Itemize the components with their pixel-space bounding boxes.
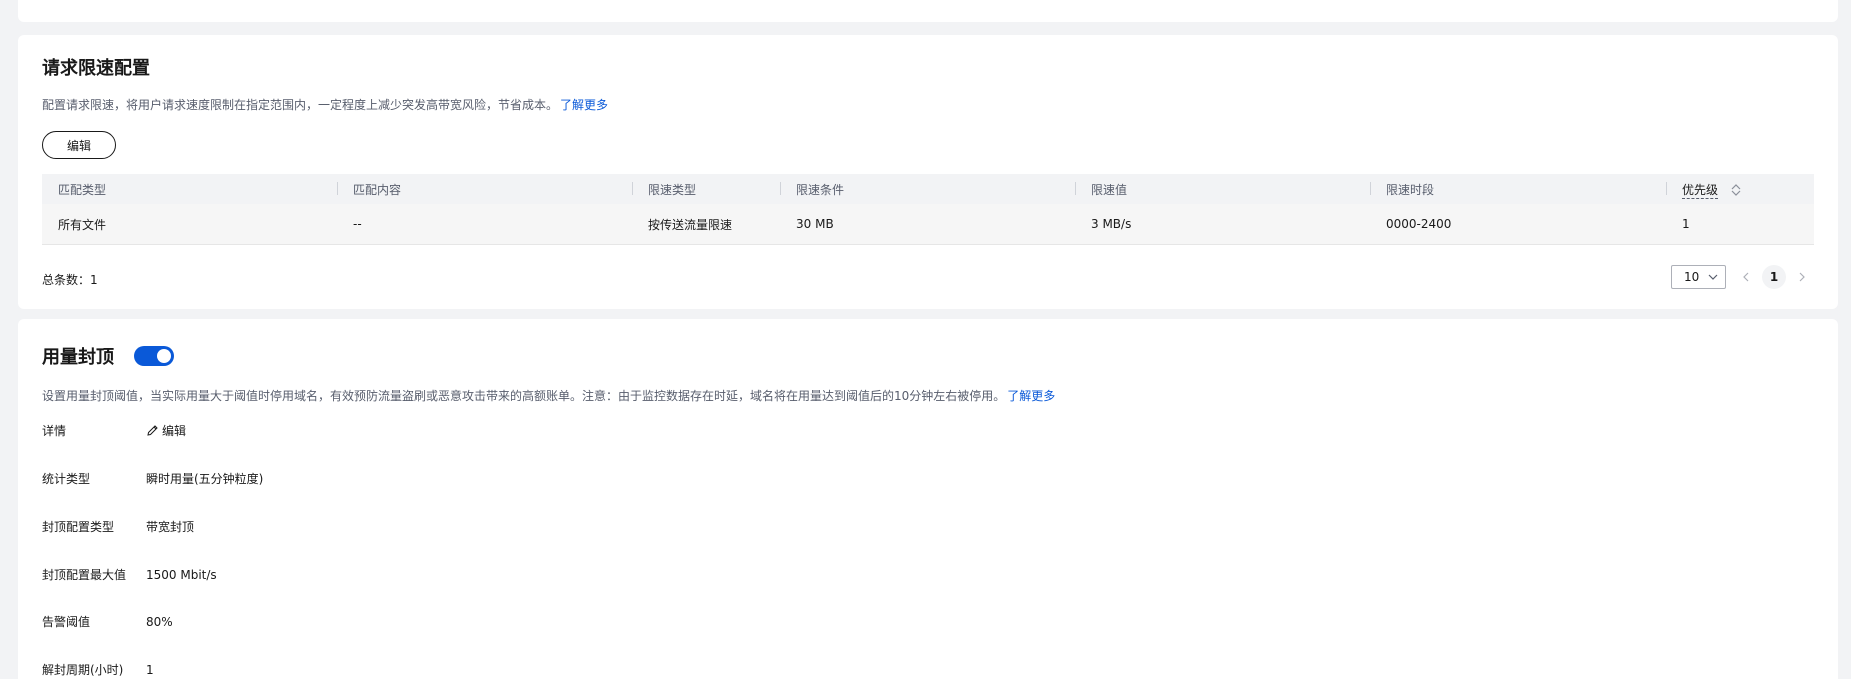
column-header-limit-period: 限速时段	[1370, 181, 1666, 198]
detail-value: 80%	[146, 614, 173, 629]
detail-row-cap-type: 封顶配置类型 带宽封顶	[42, 518, 194, 535]
rate-limit-learn-more-link[interactable]: 了解更多	[560, 98, 608, 112]
detail-label: 解封周期(小时)	[42, 663, 124, 677]
page-size-value: 10	[1684, 270, 1700, 284]
detail-value: 1500 Mbit/s	[146, 567, 217, 582]
chevron-down-icon	[1708, 274, 1718, 280]
page-size-select[interactable]: 10	[1671, 265, 1726, 289]
detail-row-alarm-threshold: 告警阈值 80%	[42, 613, 173, 630]
cell-match-type: 所有文件	[58, 217, 107, 232]
usage-cap-edit-link[interactable]: 编辑	[146, 422, 186, 439]
column-header-limit-type: 限速类型	[632, 181, 780, 198]
rate-limit-section: 请求限速配置 配置请求限速，将用户请求速度限制在指定范围内，一定程度上减少突发高…	[18, 35, 1838, 309]
sort-icon[interactable]	[1730, 183, 1742, 197]
previous-section-card	[18, 0, 1838, 22]
cell-priority: 1	[1682, 217, 1690, 231]
detail-label: 统计类型	[42, 472, 91, 486]
edit-pencil-icon	[147, 425, 158, 436]
next-page-button[interactable]	[1790, 265, 1814, 289]
column-header-match-content: 匹配内容	[337, 181, 632, 198]
usage-cap-description: 设置用量封顶阈值，当实际用量大于阈值时停用域名，有效预防流量盗刷或恶意攻击带来的…	[42, 387, 1055, 404]
usage-cap-toggle[interactable]	[134, 346, 174, 366]
column-header-limit-condition: 限速条件	[780, 181, 1075, 198]
detail-value: 带宽封顶	[146, 520, 195, 534]
table-row: 所有文件 -- 按传送流量限速 30 MB 3 MB/s 0000-2400 1	[42, 204, 1814, 245]
cell-match-content: --	[353, 217, 362, 231]
rate-limit-edit-button[interactable]: 编辑	[42, 131, 116, 159]
detail-row-stat-type: 统计类型 瞬时用量(五分钟粒度)	[42, 470, 263, 487]
detail-label: 详情	[42, 424, 67, 438]
chevron-left-icon	[1743, 272, 1749, 282]
rate-limit-description-text: 配置请求限速，将用户请求速度限制在指定范围内，一定程度上减少突发高带宽风险，节省…	[42, 98, 559, 112]
usage-cap-title: 用量封顶	[42, 347, 114, 368]
column-header-match-type: 匹配类型	[58, 182, 107, 197]
usage-cap-description-text: 设置用量封顶阈值，当实际用量大于阈值时停用域名，有效预防流量盗刷或恶意攻击带来的…	[42, 389, 1006, 403]
toggle-knob	[157, 349, 171, 363]
column-header-limit-value: 限速值	[1075, 181, 1370, 198]
detail-value: 1	[146, 662, 154, 677]
table-header: 匹配类型 匹配内容 限速类型 限速条件 限速值 限速时段 优先级	[42, 174, 1814, 204]
usage-cap-learn-more-link[interactable]: 了解更多	[1007, 389, 1055, 403]
cell-limit-type: 按传送流量限速	[648, 217, 733, 232]
cell-limit-value: 3 MB/s	[1091, 217, 1132, 231]
column-header-priority[interactable]: 优先级	[1666, 181, 1814, 199]
rate-limit-title: 请求限速配置	[42, 58, 150, 79]
usage-cap-edit-label: 编辑	[162, 424, 187, 438]
prev-page-button[interactable]	[1734, 265, 1758, 289]
usage-cap-section: 用量封顶 设置用量封顶阈值，当实际用量大于阈值时停用域名，有效预防流量盗刷或恶意…	[18, 319, 1838, 679]
pagination: 10 1	[1671, 265, 1814, 289]
rate-limit-description: 配置请求限速，将用户请求速度限制在指定范围内，一定程度上减少突发高带宽风险，节省…	[42, 96, 608, 113]
priority-header-label: 优先级	[1682, 182, 1719, 199]
detail-row-unblock-period: 解封周期(小时) 1	[42, 661, 154, 678]
detail-row-cap-max: 封顶配置最大值 1500 Mbit/s	[42, 566, 217, 583]
cell-limit-condition: 30 MB	[796, 217, 834, 231]
cell-limit-period: 0000-2400	[1386, 217, 1452, 231]
total-count: 总条数：1	[42, 273, 98, 287]
rate-limit-table: 匹配类型 匹配内容 限速类型 限速条件 限速值 限速时段 优先级 所有文件 --…	[42, 174, 1814, 245]
page-number-current[interactable]: 1	[1762, 265, 1786, 289]
detail-row-details: 详情 编辑	[42, 422, 186, 439]
chevron-right-icon	[1799, 272, 1805, 282]
detail-label: 告警阈值	[42, 615, 91, 629]
detail-label: 封顶配置最大值	[42, 568, 127, 582]
detail-label: 封顶配置类型	[42, 520, 115, 534]
detail-value: 瞬时用量(五分钟粒度)	[146, 472, 264, 486]
